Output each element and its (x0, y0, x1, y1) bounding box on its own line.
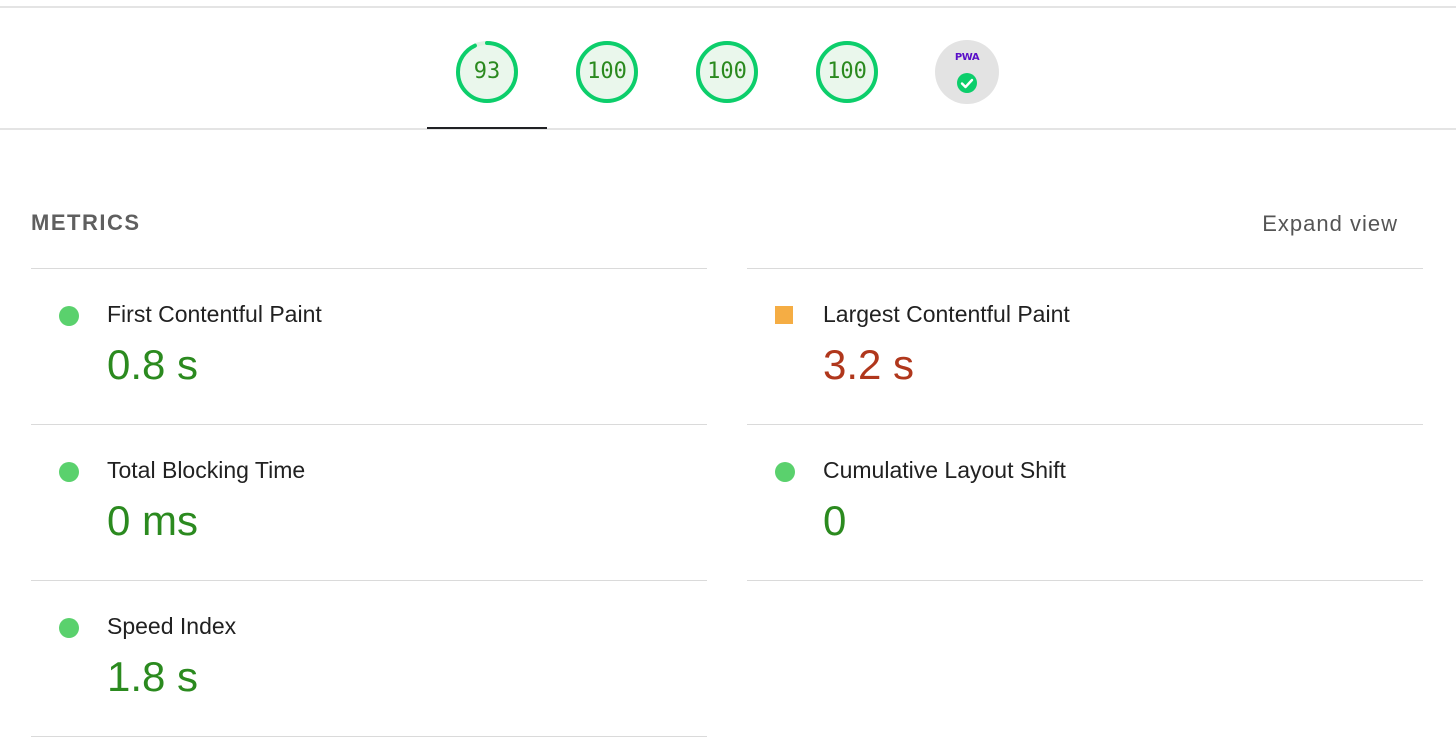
metric-label: First Contentful Paint (107, 301, 322, 327)
gauge-score: 100 (827, 59, 867, 84)
gauge-score: 100 (707, 59, 747, 84)
metrics-title: METRICS (31, 210, 141, 235)
metric-total-blocking-time: Total Blocking Time 0 ms (31, 424, 707, 580)
pwa-badge[interactable]: PWA (935, 40, 999, 104)
score-gauges-bar: 93 100 100 100 (0, 8, 1456, 128)
gauge-score: 93 (473, 59, 501, 84)
metric-value: 0 ms (107, 497, 199, 544)
gauges-divider (0, 128, 1456, 130)
pwa-logo-text: PWA (954, 52, 980, 63)
metric-value: 3.2 s (823, 341, 915, 388)
metric-cumulative-layout-shift: Cumulative Layout Shift 0 (747, 424, 1423, 581)
metric-speed-index: Speed Index 1.8 s (31, 580, 707, 737)
metric-largest-contentful-paint: Largest Contentful Paint 3.2 s (747, 268, 1423, 424)
metric-value: 0.8 s (107, 341, 199, 388)
gauge-accessibility[interactable]: 100 (575, 40, 639, 104)
pass-dot-icon (59, 306, 79, 326)
pass-dot-icon (775, 462, 795, 482)
gauge-performance[interactable]: 93 (455, 40, 519, 104)
metrics-column-left: First Contentful Paint 0.8 s Total Block… (31, 268, 707, 737)
gauge-score: 100 (587, 59, 627, 84)
pass-dot-icon (59, 462, 79, 482)
metric-label: Cumulative Layout Shift (823, 457, 1066, 483)
gauge-best-practices[interactable]: 100 (695, 40, 759, 104)
metrics-column-right: Largest Contentful Paint 3.2 s Cumulativ… (747, 268, 1423, 581)
metric-value: 0 (823, 497, 847, 544)
metric-value: 1.8 s (107, 653, 199, 700)
pass-dot-icon (59, 618, 79, 638)
metric-label: Total Blocking Time (107, 457, 306, 483)
average-square-icon (775, 306, 793, 324)
metric-label: Largest Contentful Paint (823, 301, 1070, 327)
metric-label: Speed Index (107, 613, 237, 639)
expand-view-button[interactable]: Expand view (1262, 211, 1398, 237)
gauge-seo[interactable]: 100 (815, 40, 879, 104)
check-circle-icon (957, 73, 977, 93)
metric-first-contentful-paint: First Contentful Paint 0.8 s (31, 268, 707, 424)
active-tab-underline (427, 127, 547, 129)
